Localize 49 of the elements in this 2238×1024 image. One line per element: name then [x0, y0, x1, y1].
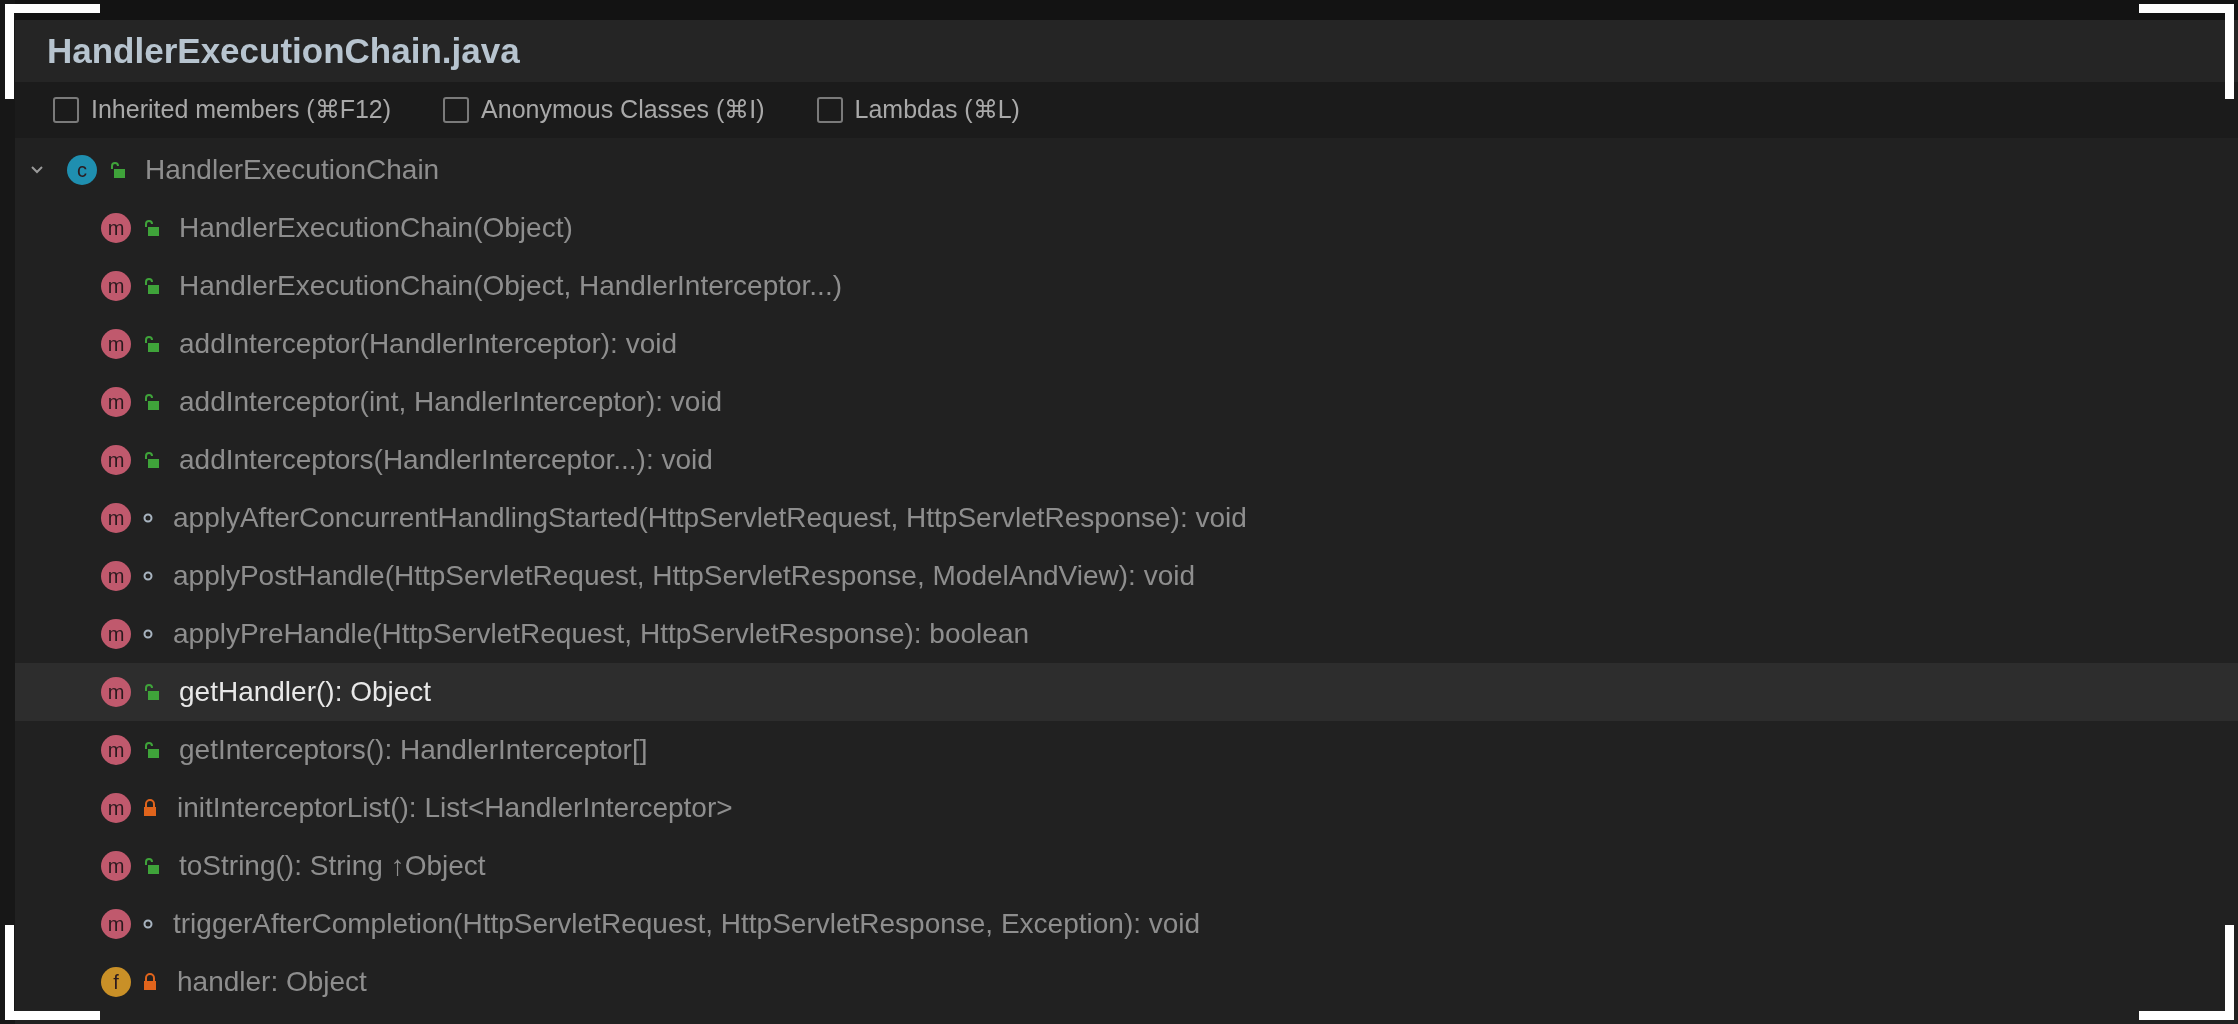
method-symbol-icon: m — [101, 329, 131, 359]
method-symbol-icon: m — [101, 677, 131, 707]
structure-tree-row[interactable]: m addInterceptor(int, HandlerInterceptor): void — [15, 373, 2238, 431]
structure-tree-row[interactable]: m HandlerExecutionChain(Object) — [15, 199, 2238, 257]
method-symbol-icon: m — [101, 793, 131, 823]
structure-tree-row[interactable]: m addInterceptor(HandlerInterceptor): void — [15, 315, 2238, 373]
method-symbol-icon: m — [101, 619, 131, 649]
structure-tree-row[interactable]: m addInterceptors(HandlerInterceptor...): void — [15, 431, 2238, 489]
member-signature: toString(): String ↑Object — [179, 849, 486, 883]
structure-tree-row[interactable]: m triggerAfterCompletion(HttpServletRequest, HttpServletResponse, Exception): void — [15, 895, 2238, 953]
member-signature: getHandler(): Object — [179, 675, 432, 709]
filter-checkbox[interactable]: Anonymous Classes (⌘I) — [443, 91, 765, 129]
method-symbol-icon: m — [101, 271, 131, 301]
method-symbol-icon: m — [101, 851, 131, 881]
structure-tree-row[interactable]: m initInterceptorList(): List<HandlerInterceptor> — [15, 779, 2238, 837]
method-symbol-icon: m — [101, 213, 131, 243]
member-signature: handler: Object — [177, 965, 367, 999]
method-symbol-icon: m — [101, 735, 131, 765]
member-signature: applyAfterConcurrentHandlingStarted(HttpServletRequest, HttpServletResponse): void — [173, 501, 1247, 535]
structure-tree-row[interactable]: m getHandler(): Object — [15, 663, 2238, 721]
structure-tree-row[interactable]: m applyAfterConcurrentHandlingStarted(HttpServletRequest, HttpServletResponse): void — [15, 489, 2238, 547]
member-signature: HandlerExecutionChain — [145, 153, 440, 187]
structure-tree-row[interactable]: m applyPreHandle(HttpServletRequest, HttpServletResponse): boolean — [15, 605, 2238, 663]
structure-tree-row[interactable]: c HandlerExecutionChain — [15, 141, 2238, 199]
member-signature: addInterceptor(HandlerInterceptor): void — [179, 327, 678, 361]
field-symbol-icon: f — [101, 967, 131, 997]
method-symbol-icon: m — [101, 503, 131, 533]
member-signature: applyPreHandle(HttpServletRequest, HttpServletResponse): boolean — [173, 617, 1030, 651]
method-symbol-icon: m — [101, 445, 131, 475]
member-signature: triggerAfterCompletion(HttpServletRequest, HttpServletResponse, Exception): void — [173, 907, 1201, 941]
structure-tree-row[interactable]: m getInterceptors(): HandlerInterceptor[] — [15, 721, 2238, 779]
structure-tree-row[interactable]: f handler: Object — [15, 953, 2238, 1011]
member-signature: applyPostHandle(HttpServletRequest, HttpServletResponse, ModelAndView): void — [173, 559, 1195, 593]
class-symbol-icon: c — [67, 155, 97, 185]
filter-checkbox[interactable]: Lambdas (⌘L) — [816, 91, 1020, 129]
filter-checkbox[interactable]: Inherited members (⌘F12) — [53, 91, 392, 129]
member-signature: getInterceptors(): HandlerInterceptor[] — [179, 733, 648, 767]
member-signature: addInterceptor(int, HandlerInterceptor): void — [179, 385, 723, 419]
structure-tree-row[interactable]: m applyPostHandle(HttpServletRequest, HttpServletResponse, ModelAndView): void — [15, 547, 2238, 605]
structure-tree-row[interactable]: m toString(): String ↑Object — [15, 837, 2238, 895]
method-symbol-icon: m — [101, 561, 131, 591]
member-signature: addInterceptors(HandlerInterceptor...): void — [179, 443, 713, 477]
method-symbol-icon: m — [101, 387, 131, 417]
method-symbol-icon: m — [101, 909, 131, 939]
structure-tree-row[interactable]: m HandlerExecutionChain(Object, HandlerInterceptor...) — [15, 257, 2238, 315]
popup-title: HandlerExecutionChain.java — [47, 29, 520, 72]
member-signature: HandlerExecutionChain(Object) — [179, 211, 573, 245]
member-signature: initInterceptorList(): List<HandlerInterceptor> — [177, 791, 733, 825]
member-signature: HandlerExecutionChain(Object, HandlerInterceptor...) — [179, 269, 842, 303]
